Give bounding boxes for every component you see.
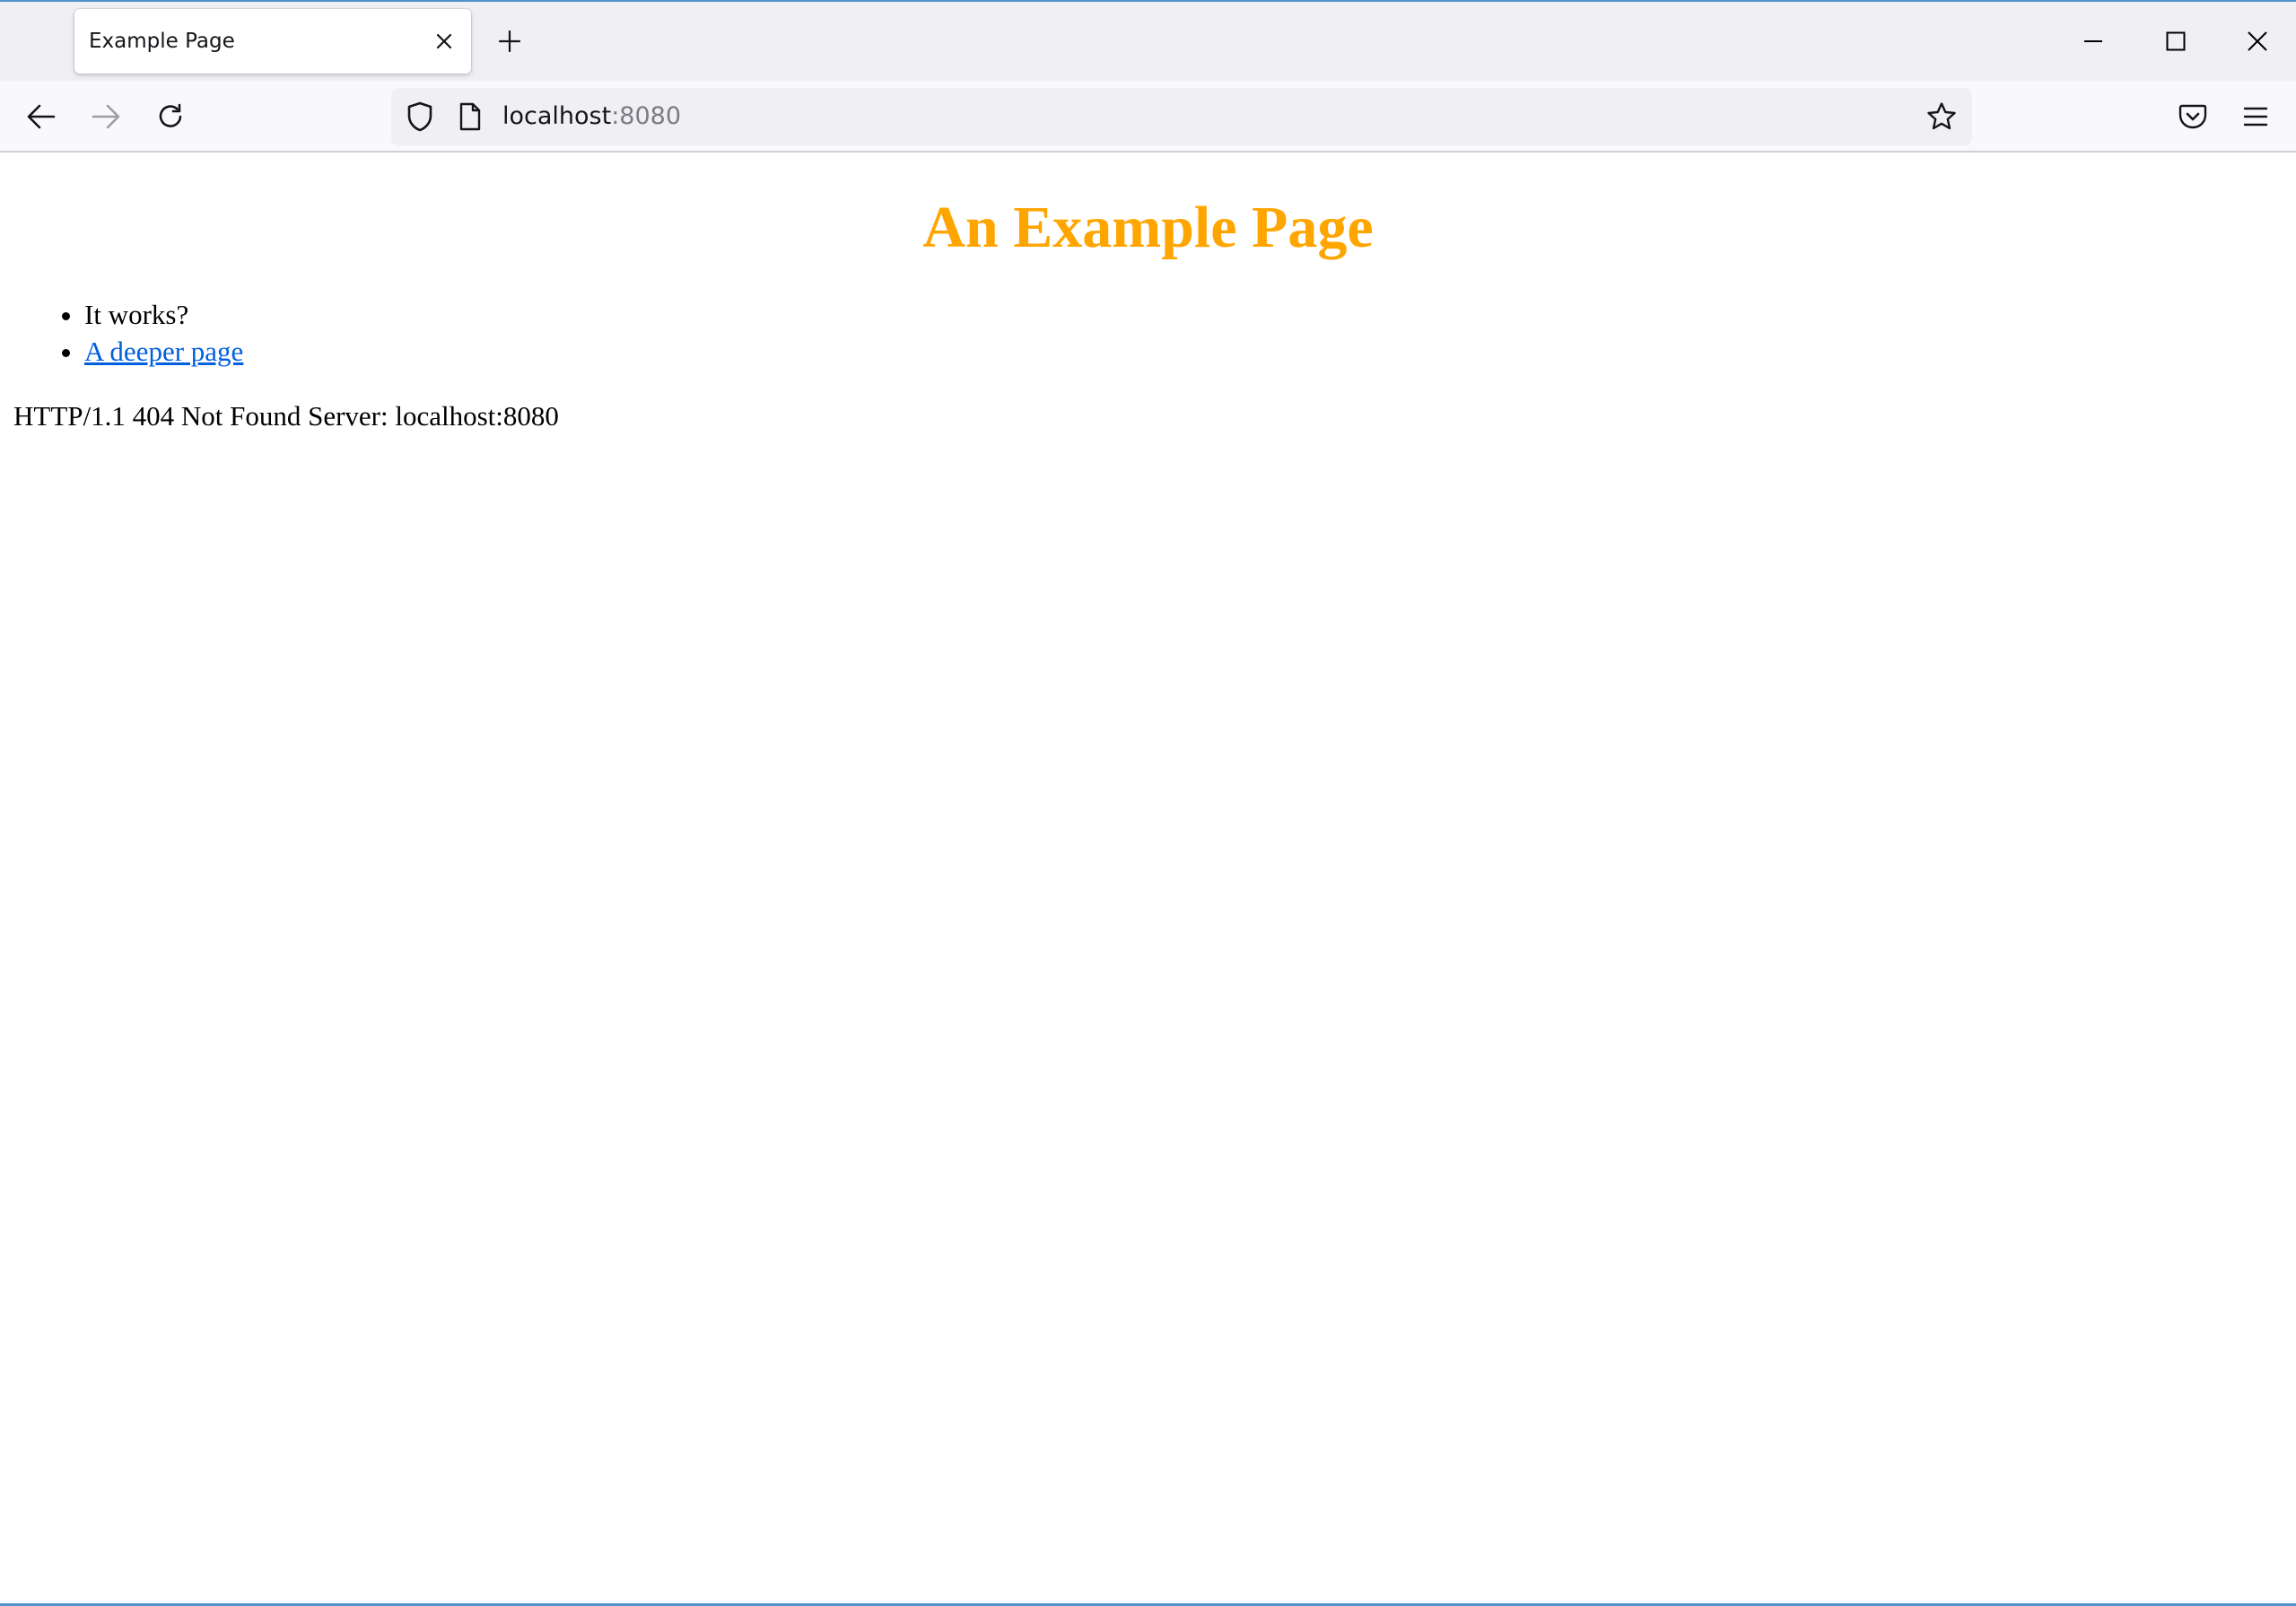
http-status-text: HTTP/1.1 404 Not Found Server: localhost… [13, 400, 559, 432]
url-text[interactable]: localhost:8080 [502, 88, 681, 145]
tab-title: Example Page [89, 30, 235, 53]
maximize-button[interactable] [2151, 16, 2201, 66]
close-window-button[interactable] [2232, 16, 2283, 66]
pocket-button[interactable] [2169, 93, 2216, 140]
page-title: An Example Page [922, 195, 1374, 260]
url-bar[interactable]: localhost:8080 [391, 88, 1972, 145]
page-icon[interactable] [456, 100, 485, 133]
tab-example-page[interactable]: Example Page [74, 9, 471, 74]
page-content: An Example Page It works? A deeper page … [0, 153, 2296, 1605]
forward-button[interactable] [83, 93, 129, 140]
shield-icon[interactable] [404, 100, 436, 133]
browser-window: Example Page localhost:8080 An Example P… [0, 0, 2296, 1606]
close-icon [2247, 31, 2268, 52]
minimize-button[interactable] [2068, 16, 2118, 66]
reload-button[interactable] [147, 93, 194, 140]
url-port: :8080 [611, 102, 682, 130]
hamburger-menu-icon [2243, 106, 2268, 127]
plus-icon [498, 30, 521, 53]
list-item: A deeper page [84, 333, 243, 370]
arrow-right-icon [92, 104, 120, 129]
minimize-icon [2083, 39, 2103, 43]
reload-icon [156, 102, 185, 131]
star-icon[interactable] [1924, 99, 1960, 135]
list-item: It works? [84, 296, 243, 333]
maximize-icon [2166, 31, 2186, 51]
list-item-text: It works? [84, 299, 189, 330]
navigation-toolbar: localhost:8080 [0, 81, 2296, 153]
new-tab-button[interactable] [490, 22, 529, 61]
page-list: It works? A deeper page [0, 296, 243, 370]
deeper-page-link[interactable]: A deeper page [84, 336, 243, 367]
tab-strip: Example Page [0, 2, 2296, 81]
close-icon[interactable] [430, 27, 458, 56]
back-button[interactable] [18, 93, 65, 140]
arrow-left-icon [27, 104, 56, 129]
url-host: localhost [502, 102, 612, 130]
pocket-icon [2178, 103, 2207, 130]
menu-button[interactable] [2232, 93, 2279, 140]
